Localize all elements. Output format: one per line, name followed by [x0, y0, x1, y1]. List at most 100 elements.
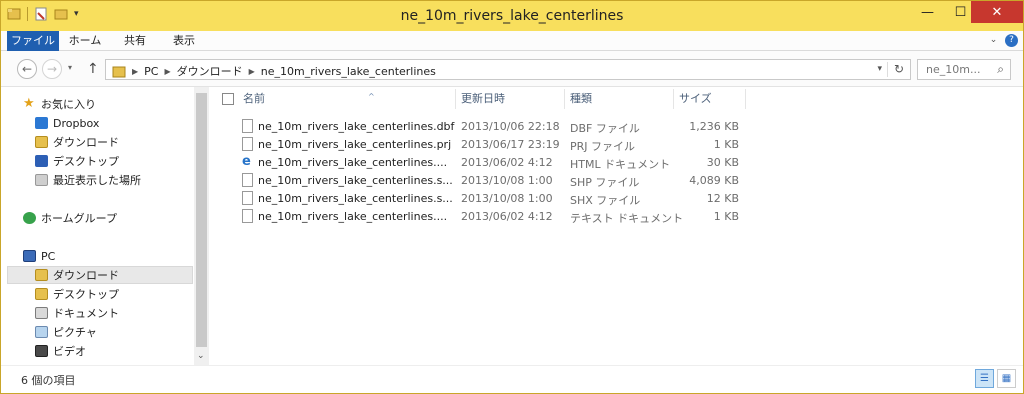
file-type: PRJ ファイル — [570, 140, 636, 153]
sidebar-item-pc-downloads[interactable]: ダウンロード — [7, 266, 193, 284]
status-bar: 6 個の項目 ☰ ▦ — [1, 365, 1023, 393]
large-icons-view-button[interactable]: ▦ — [997, 369, 1016, 388]
folder-icon — [112, 66, 126, 77]
desktop-folder-icon — [35, 288, 48, 300]
sidebar-item-label: PC — [41, 249, 56, 263]
sidebar-item-downloads[interactable]: ダウンロード — [35, 133, 193, 151]
explorer-window: ▾ ne_10m_rivers_lake_centerlines — ☐ ✕ フ… — [0, 0, 1024, 394]
file-date: 2013/06/17 23:19 — [461, 138, 560, 151]
file-row[interactable]: ne_10m_rivers_lake_centerlines.... 2013/… — [209, 207, 1023, 225]
file-row[interactable]: ne_10m_rivers_lake_centerlines.s... 2013… — [209, 171, 1023, 189]
breadcrumb-downloads[interactable]: ダウンロード — [177, 63, 243, 79]
search-input[interactable]: ne_10m... ⌕ — [917, 59, 1011, 80]
back-button[interactable]: ← — [17, 59, 37, 79]
file-type: SHP ファイル — [570, 176, 640, 189]
help-icon[interactable]: ? — [1005, 34, 1018, 47]
file-icon — [242, 119, 253, 133]
window-title: ne_10m_rivers_lake_centerlines — [400, 8, 624, 24]
refresh-icon[interactable]: ↻ — [894, 62, 904, 76]
sidebar-item-pc[interactable]: PC — [23, 247, 193, 265]
column-header-type[interactable]: 種類 — [570, 87, 670, 111]
address-bar[interactable]: ▶ PC ▶ ダウンロード ▶ ne_10m_rivers_lake_cente… — [105, 59, 911, 80]
sidebar-item-pc-desktop[interactable]: デスクトップ — [35, 285, 193, 303]
navigation-bar: ← → ▾ ↑ ▶ PC ▶ ダウンロード ▶ ne_10m_rivers_la… — [1, 51, 1023, 87]
file-icon — [242, 173, 253, 187]
file-size: 4,089 KB — [689, 174, 739, 187]
column-divider[interactable] — [673, 89, 674, 109]
sidebar-scrollbar[interactable]: ⌄ — [194, 87, 209, 365]
column-divider[interactable] — [455, 89, 456, 109]
title-bar: ▾ ne_10m_rivers_lake_centerlines — ☐ ✕ — [1, 1, 1023, 31]
breadcrumb-separator[interactable]: ▶ — [164, 67, 170, 76]
column-header-name[interactable]: 名前 ^ — [243, 87, 453, 111]
breadcrumb-current-folder[interactable]: ne_10m_rivers_lake_centerlines — [261, 65, 436, 78]
sidebar-item-label: 最近表示した場所 — [53, 174, 141, 187]
file-row[interactable]: ne_10m_rivers_lake_centerlines.prj 2013/… — [209, 135, 1023, 153]
tab-share[interactable]: 共有 — [115, 31, 155, 51]
content-area: ★ お気に入り Dropbox ダウンロード デスクトップ 最近表示した場所 ホ… — [1, 87, 1023, 365]
address-divider — [887, 62, 888, 77]
sidebar-item-documents[interactable]: ドキュメント — [35, 304, 193, 322]
sidebar-item-label: ホームグループ — [41, 212, 118, 225]
file-row[interactable]: e ne_10m_rivers_lake_centerlines.... 201… — [209, 153, 1023, 172]
file-type: テキスト ドキュメント — [570, 212, 684, 225]
sidebar-item-desktop[interactable]: デスクトップ — [35, 152, 193, 170]
up-button[interactable]: ↑ — [87, 61, 99, 77]
sidebar-item-recent-places[interactable]: 最近表示した場所 — [35, 171, 193, 189]
address-dropdown-icon[interactable]: ▾ — [877, 64, 882, 74]
breadcrumb-separator[interactable]: ▶ — [249, 67, 255, 76]
file-row[interactable]: ne_10m_rivers_lake_centerlines.s... 2013… — [209, 189, 1023, 207]
file-size: 1 KB — [713, 138, 739, 151]
sidebar-item-homegroup[interactable]: ホームグループ — [23, 209, 193, 227]
column-divider[interactable] — [564, 89, 565, 109]
file-date: 2013/10/06 22:18 — [461, 120, 560, 133]
pictures-folder-icon — [35, 326, 48, 338]
recent-locations-dropdown[interactable]: ▾ — [68, 63, 72, 72]
column-divider[interactable] — [745, 89, 746, 109]
sidebar-item-favorites[interactable]: ★ お気に入り — [23, 95, 193, 113]
sidebar-item-dropbox[interactable]: Dropbox — [35, 114, 193, 132]
tab-view[interactable]: 表示 — [164, 31, 204, 51]
ribbon-tabs: ファイル ホーム 共有 表示 ⌄ ? — [1, 31, 1023, 51]
file-date: 2013/10/08 1:00 — [461, 192, 553, 205]
sidebar-item-label: Dropbox — [53, 116, 100, 130]
downloads-folder-icon — [35, 269, 48, 281]
scrollbar-thumb[interactable] — [196, 93, 207, 347]
file-row[interactable]: ne_10m_rivers_lake_centerlines.dbf 2013/… — [209, 117, 1023, 135]
scroll-down-icon[interactable]: ⌄ — [197, 351, 205, 361]
sidebar-item-label: ダウンロード — [53, 136, 119, 149]
breadcrumb-pc[interactable]: PC — [144, 65, 158, 78]
file-type: DBF ファイル — [570, 122, 640, 135]
search-icon[interactable]: ⌕ — [997, 62, 1004, 77]
folder-icon — [35, 136, 48, 148]
column-header-date[interactable]: 更新日時 — [461, 87, 561, 111]
sort-indicator-icon: ^ — [368, 92, 375, 101]
forward-button[interactable]: → — [42, 59, 62, 79]
desktop-icon — [35, 155, 48, 167]
minimize-button[interactable]: — — [913, 1, 942, 23]
column-header-label: 名前 — [243, 92, 265, 105]
recent-places-icon — [35, 174, 48, 186]
details-view-button[interactable]: ☰ — [975, 369, 994, 388]
sidebar-item-label: ビデオ — [53, 345, 86, 358]
sidebar-item-label: ドキュメント — [53, 307, 119, 320]
tab-file[interactable]: ファイル — [7, 31, 59, 51]
sidebar-item-videos[interactable]: ビデオ — [35, 342, 193, 360]
file-icon — [242, 209, 253, 223]
videos-folder-icon — [35, 345, 48, 357]
file-name: ne_10m_rivers_lake_centerlines.s... — [258, 192, 453, 205]
breadcrumb-separator[interactable]: ▶ — [132, 67, 138, 76]
file-size: 12 KB — [706, 192, 739, 205]
file-name: ne_10m_rivers_lake_centerlines.... — [258, 156, 448, 169]
file-list: 名前 ^ 更新日時 種類 サイズ ne_10m_rivers_lake_cent… — [209, 87, 1023, 365]
file-type: HTML ドキュメント — [570, 158, 671, 171]
column-header-size[interactable]: サイズ — [679, 87, 739, 111]
expand-ribbon-icon[interactable]: ⌄ — [987, 34, 1000, 47]
internet-explorer-icon: e — [242, 154, 251, 169]
pc-icon — [23, 250, 36, 262]
close-button[interactable]: ✕ — [971, 1, 1023, 23]
sidebar-item-label: ピクチャ — [53, 326, 97, 339]
sidebar-item-pictures[interactable]: ピクチャ — [35, 323, 193, 341]
tab-home[interactable]: ホーム — [63, 31, 107, 51]
select-all-checkbox[interactable] — [222, 93, 234, 105]
